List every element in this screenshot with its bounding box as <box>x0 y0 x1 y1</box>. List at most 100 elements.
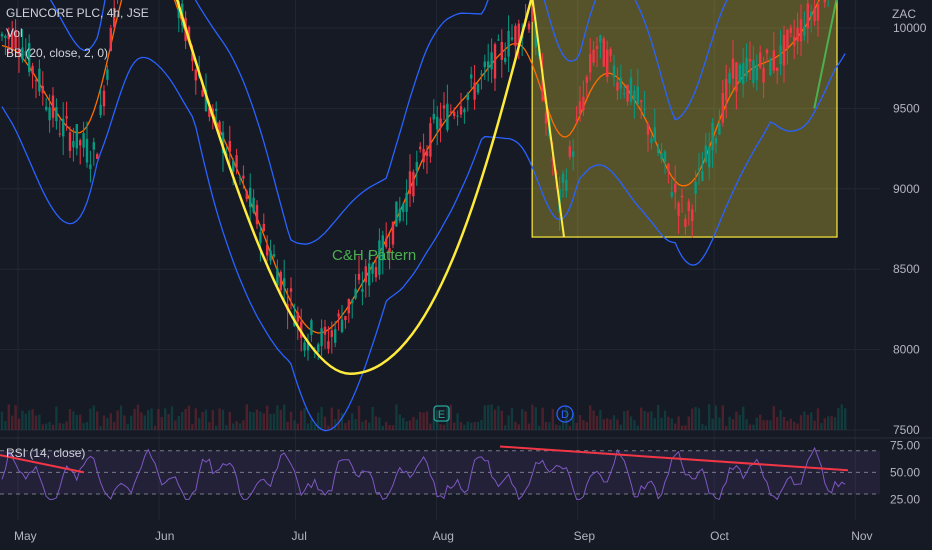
volume-bar <box>368 422 371 430</box>
volume-bar <box>697 408 701 430</box>
volume-bar <box>463 424 466 430</box>
volume-bar <box>51 424 55 430</box>
candle-body <box>565 179 568 191</box>
candle-body <box>504 57 507 62</box>
volume-bar <box>837 407 840 430</box>
volume-bar <box>711 418 714 430</box>
volume-bar <box>684 425 687 430</box>
volume-bar <box>534 407 537 430</box>
candle-body <box>34 80 38 82</box>
volume-bar <box>228 411 231 430</box>
volume-bar <box>670 418 673 430</box>
candle-body <box>626 84 629 102</box>
candle-body <box>45 106 48 110</box>
candle-body <box>446 103 449 131</box>
candle-body <box>419 146 422 150</box>
chart-canvas[interactable]: C&H PatternEDZAC125001200011500110001050… <box>0 0 932 550</box>
candle-body <box>252 197 255 213</box>
y-tick-label: 10000 <box>893 21 927 35</box>
candle-body <box>68 132 72 152</box>
candle-body <box>82 133 85 148</box>
volume-bar <box>568 425 571 430</box>
volume-bar <box>119 405 123 430</box>
volume-bar <box>55 406 58 430</box>
candle-body <box>456 115 459 117</box>
candle-body <box>816 4 820 21</box>
candle-body <box>735 62 738 92</box>
candle-body <box>510 37 514 40</box>
volume-bar <box>130 415 133 430</box>
x-tick-label: Sep <box>574 529 596 543</box>
volume-bar <box>170 406 174 430</box>
volume-bar <box>21 410 24 430</box>
volume-bar <box>789 418 792 430</box>
candle-body <box>398 208 401 221</box>
candle-body <box>215 108 218 112</box>
volume-bar <box>425 411 429 430</box>
volume-bar <box>201 411 204 430</box>
candle-body <box>463 109 466 113</box>
candle-body <box>327 341 330 349</box>
volume-bar <box>385 421 388 430</box>
candle-body <box>704 145 707 163</box>
candle-body <box>109 28 112 52</box>
candle-body <box>272 253 276 257</box>
candle-body <box>810 11 813 17</box>
volume-bar <box>150 408 153 430</box>
candle-body <box>459 106 463 115</box>
candle-body <box>568 146 571 157</box>
candle-body <box>793 36 796 46</box>
candle-body <box>228 141 231 152</box>
candle-body <box>718 123 721 135</box>
volume-bar <box>521 409 524 430</box>
volume-bar <box>167 413 170 430</box>
volume-bar <box>381 425 384 430</box>
volume-bar <box>694 407 697 430</box>
volume-bar <box>38 414 41 430</box>
volume-bar <box>259 411 262 430</box>
candle-body <box>364 266 367 283</box>
volume-bar <box>45 423 48 430</box>
candle-body <box>374 267 378 278</box>
volume-bar <box>735 411 738 430</box>
candle-body <box>823 0 826 3</box>
candle-body <box>738 64 741 83</box>
volume-bar <box>28 410 31 430</box>
volume-bar <box>96 411 99 430</box>
candle-body <box>602 38 605 67</box>
candle-body <box>595 46 599 49</box>
candle-body <box>422 148 425 163</box>
candle-body <box>357 273 361 280</box>
candle-body <box>439 118 442 128</box>
volume-bar <box>320 406 323 430</box>
volume-bar <box>72 411 75 430</box>
y-tick-label: 8000 <box>893 343 920 357</box>
candle-body <box>310 320 313 335</box>
candle-body <box>347 298 350 314</box>
candle-body <box>279 271 282 291</box>
candle-body <box>653 127 656 142</box>
volume-bar <box>177 415 180 430</box>
volume-bar <box>58 423 61 430</box>
candle-body <box>633 90 636 100</box>
volume-bar <box>374 416 378 430</box>
volume-bar <box>483 405 486 430</box>
volume-bar <box>745 419 748 430</box>
candle-body <box>106 69 109 80</box>
volume-bar <box>827 416 830 430</box>
candle-body <box>89 164 92 170</box>
volume-bar <box>109 413 112 430</box>
candle-body <box>612 65 616 78</box>
volume-bar <box>473 422 476 430</box>
candle-body <box>276 268 279 286</box>
candle-body <box>368 263 371 286</box>
candle-body <box>96 154 99 159</box>
volume-bar <box>133 408 136 430</box>
volume-bar <box>371 406 374 430</box>
volume-bar <box>527 423 531 430</box>
volume-bar <box>806 414 809 430</box>
candle-body <box>636 86 639 105</box>
candle-body <box>670 192 673 197</box>
candle-body <box>796 27 799 42</box>
volume-bar <box>99 425 102 430</box>
